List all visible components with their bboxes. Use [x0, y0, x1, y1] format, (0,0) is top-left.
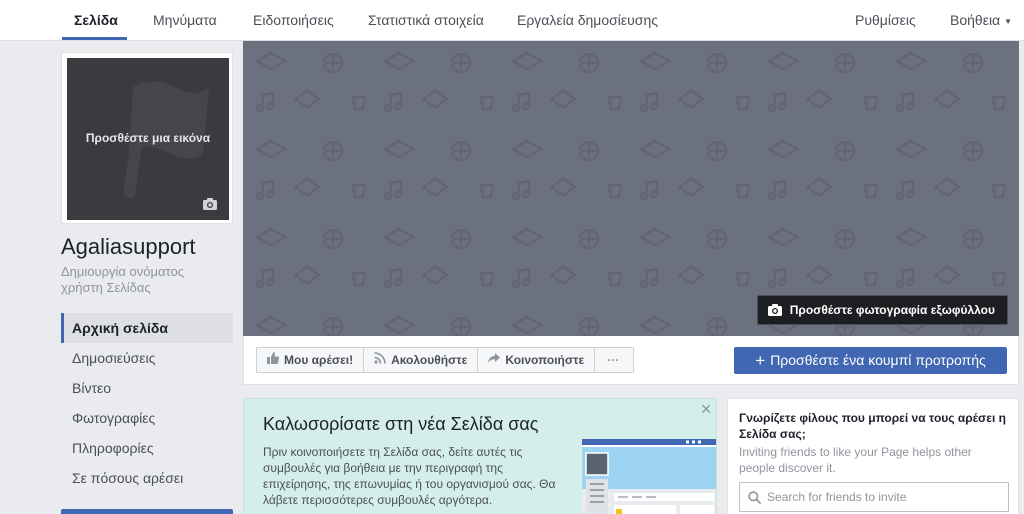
- page-actions-group: Μου αρέσει! Ακολουθήστε Κοινοποιήστε ···: [256, 347, 635, 373]
- add-call-to-action-button[interactable]: + Προσθέστε ένα κουμπί προτροπής: [734, 347, 1007, 374]
- like-button[interactable]: Μου αρέσει!: [256, 347, 365, 373]
- invite-subtitle: Inviting friends to like your Page helps…: [739, 445, 972, 475]
- cover-pattern: [243, 41, 1019, 336]
- page-action-bar: Μου αρέσει! Ακολουθήστε Κοινοποιήστε ···…: [243, 336, 1019, 385]
- sidebar-item-posts[interactable]: Δημοσιεύσεις: [61, 343, 233, 373]
- invite-search-input[interactable]: [767, 483, 1002, 511]
- add-profile-picture[interactable]: Προσθέστε μια εικόνα: [67, 58, 229, 220]
- help-label: Βοήθεια: [950, 12, 1001, 28]
- close-icon[interactable]: ✕: [700, 401, 712, 418]
- rss-icon: [372, 349, 388, 373]
- cover-photo: Προσθέστε φωτογραφία εξωφύλλου: [243, 41, 1019, 336]
- help-menu[interactable]: Βοήθεια ▼: [950, 0, 1012, 41]
- add-cover-photo-button[interactable]: Προσθέστε φωτογραφία εξωφύλλου: [756, 295, 1008, 325]
- page-sidebar-nav: Αρχική σελίδα Δημοσιεύσεις Βίντεο Φωτογρ…: [61, 313, 233, 493]
- active-tab-indicator: [62, 37, 127, 40]
- thumbs-up-icon: [265, 349, 281, 373]
- plus-icon: +: [755, 351, 766, 370]
- tab-notifications[interactable]: Ειδοποιήσεις: [253, 0, 334, 41]
- top-navigation: Σελίδα Μηνύματα Ειδοποιήσεις Στατιστικά …: [0, 0, 1024, 41]
- camera-icon: [767, 303, 782, 316]
- more-options-button[interactable]: ···: [594, 347, 635, 373]
- tab-messages[interactable]: Μηνύματα: [153, 0, 217, 41]
- page-title: Agaliasupport: [61, 234, 196, 259]
- invite-friends-card: Γνωρίζετε φίλους που μπορεί να τους αρέσ…: [727, 398, 1019, 514]
- add-picture-label: Προσθέστε μια εικόνα: [85, 131, 211, 145]
- invite-search-box: [739, 482, 1009, 512]
- share-button[interactable]: Κοινοποιήστε: [477, 347, 596, 373]
- tab-page[interactable]: Σελίδα: [74, 0, 118, 41]
- sidebar-button[interactable]: [61, 509, 233, 514]
- more-icon: ···: [607, 353, 620, 367]
- caret-down-icon: ▼: [1004, 16, 1013, 26]
- welcome-body: Πριν κοινοποιήσετε τη Σελίδα σας, δείτε …: [263, 445, 556, 507]
- sidebar-item-home[interactable]: Αρχική σελίδα: [61, 313, 233, 343]
- sidebar-item-videos[interactable]: Βίντεο: [61, 373, 233, 403]
- share-arrow-icon: [486, 349, 502, 373]
- search-icon: [748, 491, 761, 504]
- create-username-link[interactable]: Δημιουργία ονόματος χρήστη Σελίδας: [61, 264, 211, 296]
- sidebar-item-about[interactable]: Πληροφορίες: [61, 433, 233, 463]
- page-preview-illustration: [582, 439, 716, 514]
- add-cover-photo-label: Προσθέστε φωτογραφία εξωφύλλου: [789, 303, 995, 317]
- camera-icon: [203, 198, 217, 210]
- profile-picture-card: Προσθέστε μια εικόνα: [61, 52, 233, 224]
- call-to-action-label: Προσθέστε ένα κουμπί προτροπής: [770, 352, 986, 368]
- welcome-card: ✕ Καλωσορίσατε στη νέα Σελίδα σας Πριν κ…: [243, 398, 717, 514]
- share-label: Κοινοποιήστε: [505, 353, 585, 367]
- tab-settings[interactable]: Ρυθμίσεις: [855, 0, 916, 41]
- follow-label: Ακολουθήστε: [391, 353, 468, 367]
- sidebar-item-photos[interactable]: Φωτογραφίες: [61, 403, 233, 433]
- welcome-title: Καλωσορίσατε στη νέα Σελίδα σας: [263, 414, 539, 434]
- invite-title: Γνωρίζετε φίλους που μπορεί να τους αρέσ…: [739, 411, 1006, 441]
- follow-button[interactable]: Ακολουθήστε: [363, 347, 479, 373]
- sidebar-item-likes[interactable]: Σε πόσους αρέσει: [61, 463, 233, 493]
- tab-insights[interactable]: Στατιστικά στοιχεία: [368, 0, 484, 41]
- tab-publishing-tools[interactable]: Εργαλεία δημοσίευσης: [517, 0, 658, 41]
- like-label: Μου αρέσει!: [284, 353, 354, 367]
